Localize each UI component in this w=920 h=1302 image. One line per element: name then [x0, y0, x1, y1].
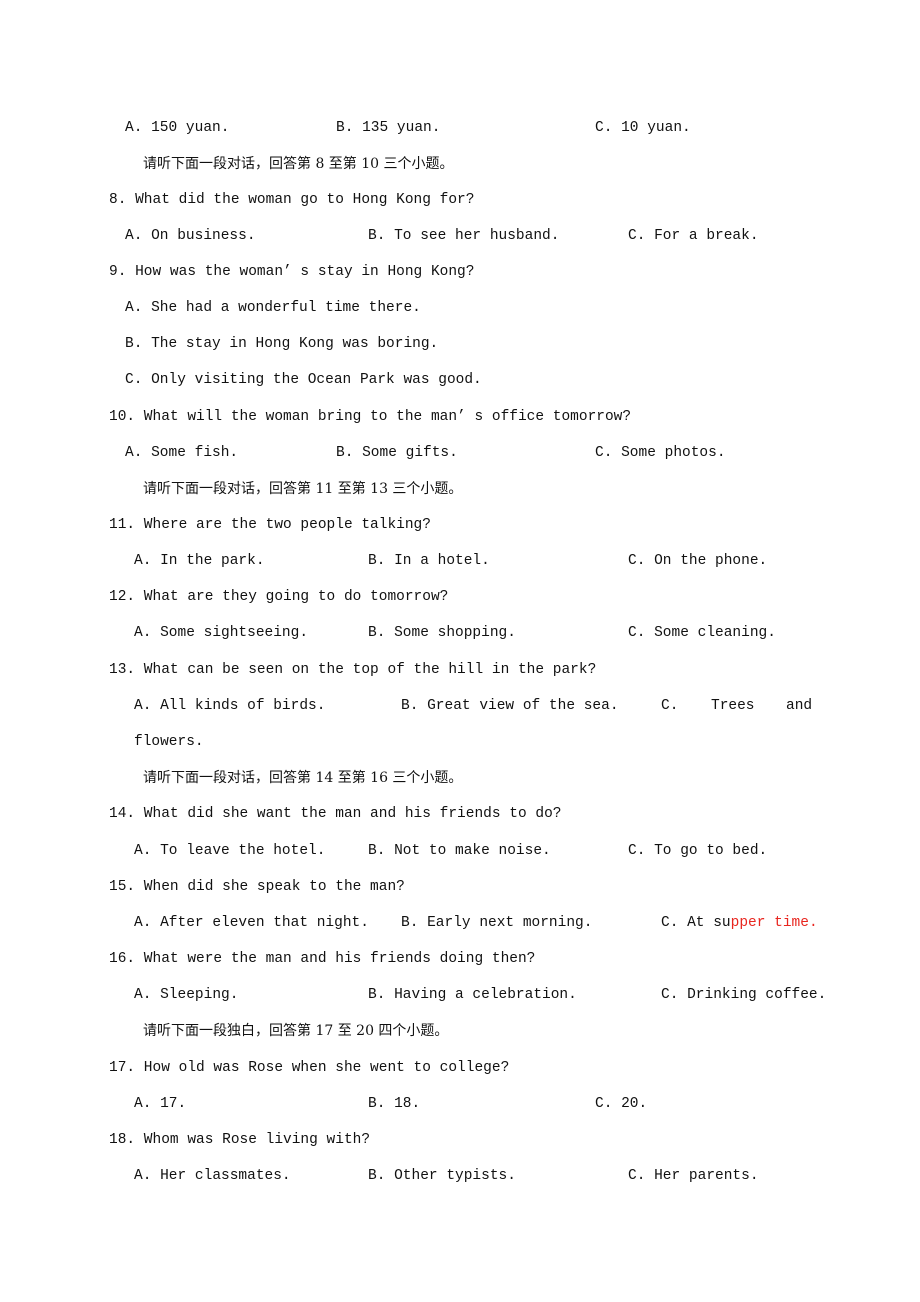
q13-option-a: A. All kinds of birds.	[134, 698, 326, 714]
q11-option-c: C. On the phone.	[628, 553, 768, 569]
q13-option-b: B. Great view of the sea.	[401, 698, 619, 714]
question-8: 8. What did the woman go to Hong Kong fo…	[109, 192, 475, 208]
q18-option-a: A. Her classmates.	[134, 1168, 291, 1184]
q15-option-a: A. After eleven that night.	[134, 915, 369, 931]
q18-option-b: B. Other typists.	[368, 1168, 516, 1184]
question-17: 17. How old was Rose when she went to co…	[109, 1060, 510, 1076]
question-12: 12. What are they going to do tomorrow?	[109, 589, 449, 605]
q11-option-b: B. In a hotel.	[368, 553, 490, 569]
question-13: 13. What can be seen on the top of the h…	[109, 662, 597, 678]
q9-option-b: B. The stay in Hong Kong was boring.	[125, 336, 439, 352]
q8-option-b: B. To see her husband.	[368, 228, 560, 244]
q13-option-c-label: C.	[661, 698, 679, 714]
question-14: 14. What did she want the man and his fr…	[109, 806, 562, 822]
q7-option-c: C. 10 yuan.	[595, 120, 691, 136]
q9-option-c: C. Only visiting the Ocean Park was good…	[125, 372, 482, 388]
q15-option-c: C. At supper time.	[661, 913, 818, 933]
instruction-14-16: 请听下面一段对话，回答第 14 至第 16 三个小题。	[143, 770, 463, 786]
q12-option-b: B. Some shopping.	[368, 625, 516, 641]
q15-option-b: B. Early next morning.	[401, 915, 593, 931]
q12-option-a: A. Some sightseeing.	[134, 625, 309, 641]
q7-option-b: B. 135 yuan.	[336, 120, 441, 136]
question-16: 16. What were the man and his friends do…	[109, 951, 536, 967]
q16-option-b: B. Having a celebration.	[368, 987, 577, 1003]
q15-option-c-red: pper time.	[730, 915, 818, 931]
question-10: 10. What will the woman bring to the man…	[109, 409, 632, 425]
q12-option-c: C. Some cleaning.	[628, 625, 776, 641]
instruction-17-20: 请听下面一段独白，回答第 17 至 20 四个小题。	[143, 1023, 449, 1039]
q18-option-c: C. Her parents.	[628, 1168, 759, 1184]
question-15: 15. When did she speak to the man?	[109, 879, 405, 895]
q14-option-c: C. To go to bed.	[628, 843, 768, 859]
q16-option-a: A. Sleeping.	[134, 987, 239, 1003]
q15-option-c-black: C. At su	[661, 915, 731, 931]
q16-option-c: C. Drinking coffee.	[661, 987, 827, 1003]
q14-option-b: B. Not to make noise.	[368, 843, 551, 859]
question-11: 11. Where are the two people talking?	[109, 517, 431, 533]
q13-option-c-continuation: flowers.	[134, 734, 204, 750]
q17-option-c: C. 20.	[595, 1096, 648, 1112]
q8-option-a: A. On business.	[125, 228, 256, 244]
q13-option-c-word2: and	[786, 698, 813, 714]
q13-option-c-word1: Trees	[711, 698, 755, 714]
question-9: 9. How was the woman’ s stay in Hong Kon…	[109, 264, 475, 280]
instruction-11-13: 请听下面一段对话，回答第 11 至第 13 三个小题。	[143, 481, 463, 497]
q7-option-a: A. 150 yuan.	[125, 120, 230, 136]
q10-option-c: C. Some photos.	[595, 445, 726, 461]
instruction-8-10: 请听下面一段对话，回答第 8 至第 10 三个小题。	[143, 156, 454, 172]
q14-option-a: A. To leave the hotel.	[134, 843, 326, 859]
q9-option-a: A. She had a wonderful time there.	[125, 300, 421, 316]
q17-option-a: A. 17.	[134, 1096, 187, 1112]
q10-option-b: B. Some gifts.	[336, 445, 458, 461]
q10-option-a: A. Some fish.	[125, 445, 239, 461]
q8-option-c: C. For a break.	[628, 228, 759, 244]
question-18: 18. Whom was Rose living with?	[109, 1132, 371, 1148]
q17-option-b: B. 18.	[368, 1096, 421, 1112]
q11-option-a: A. In the park.	[134, 553, 265, 569]
